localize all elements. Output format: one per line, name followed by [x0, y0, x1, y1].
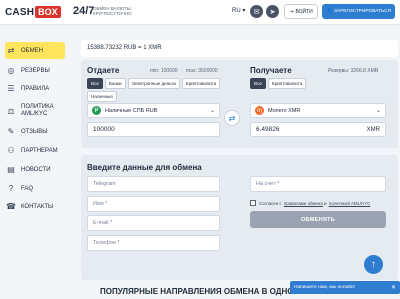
- get-currency-select[interactable]: ɱ Monero XMR ⌄: [250, 103, 386, 118]
- partners-icon: ⚇: [7, 146, 15, 155]
- get-tabs: Все Криптовалюта: [250, 78, 307, 89]
- give-min: min: 100000: [150, 68, 178, 74]
- news-icon: ▤: [7, 165, 15, 174]
- form-title: Введите данные для обмена: [87, 163, 202, 172]
- sidebar-item-label: ОТЗЫВЫ: [21, 128, 48, 135]
- mail-icon[interactable]: ✉: [250, 5, 263, 18]
- sidebar-item-label: ПАРТНЕРАМ: [21, 147, 58, 154]
- sidebar-item-label: ПРАВИЛА: [21, 85, 50, 92]
- agree-checkbox-row: Согласен с правилами обмена и политикой …: [250, 200, 370, 206]
- phone-field[interactable]: Телефон *: [87, 235, 220, 251]
- exchange-button[interactable]: ОБМЕНЯТЬ: [250, 211, 386, 228]
- give-currency-select[interactable]: ₽ Наличные СПБ RUB ⌄: [87, 103, 220, 118]
- reviews-icon: ✎: [7, 127, 15, 136]
- email-field[interactable]: E-mail *: [87, 215, 220, 231]
- get-amount-unit: XMR: [366, 126, 380, 133]
- give-tabs: Все Банки Электронные деньги Криптовалют…: [87, 78, 222, 102]
- sidebar-item-rules[interactable]: ☰ ПРАВИЛА: [5, 80, 65, 97]
- name-placeholder: Имя *: [93, 201, 108, 207]
- sidebar-item-label: НОВОСТИ: [21, 166, 51, 173]
- user-icon: 👤: [326, 9, 332, 14]
- phone-placeholder: Телефон *: [93, 240, 120, 246]
- sidebar-item-label: FAQ: [21, 185, 34, 192]
- sidebar-item-reviews[interactable]: ✎ ОТЗЫВЫ: [5, 123, 65, 140]
- rate-text: 15388.73232 RUB = 1 XMR: [87, 45, 162, 51]
- telegram-field[interactable]: Telegram: [87, 176, 220, 192]
- exchange-icon: ⇄: [7, 46, 15, 55]
- telegram-placeholder: Telegram: [93, 181, 116, 187]
- get-tab-crypto[interactable]: Криптовалюта: [267, 78, 307, 89]
- chevron-down-icon: ▾: [242, 8, 246, 14]
- get-tab-all[interactable]: Все: [250, 78, 266, 89]
- sidebar-item-label: ОБМЕН: [21, 47, 43, 54]
- chat-text: Напишите нам, мы онлайн!: [294, 285, 355, 290]
- get-reserve: Резервы: 3266.8 XMR: [328, 68, 379, 74]
- reserve-icon: ◎: [7, 66, 15, 75]
- language-label: RU: [232, 8, 241, 14]
- login-button[interactable]: ⇥ ВОЙТИ: [284, 4, 318, 19]
- get-amount-input[interactable]: 6.49826 XMR: [250, 122, 386, 137]
- policy-link[interactable]: политикой AML/KYC: [329, 201, 371, 206]
- sidebar-item-partners[interactable]: ⚇ ПАРТНЕРАМ: [5, 142, 65, 159]
- give-max: max: 3500000: [186, 68, 218, 74]
- agree-text: Согласен с: [259, 200, 282, 206]
- get-currency-label: Monero XMR: [268, 107, 301, 114]
- telegram-icon[interactable]: ➤: [266, 5, 279, 18]
- give-tab-crypto[interactable]: Криптовалюта: [181, 78, 221, 89]
- register-label: ЗАРЕГИСТРИРОВАТЬСЯ: [333, 9, 391, 14]
- logo[interactable]: CASH BOX: [5, 5, 61, 19]
- sidebar-item-label: РЕЗЕРВЫ: [21, 67, 50, 74]
- language-select[interactable]: RU ▾: [232, 7, 245, 14]
- sidebar-item-faq[interactable]: ? FAQ: [5, 180, 65, 197]
- sidebar-item-exchange[interactable]: ⇄ ОБМЕН: [5, 42, 65, 59]
- logo-box: BOX: [35, 6, 61, 18]
- give-tab-banks[interactable]: Банки: [104, 78, 126, 89]
- register-button[interactable]: 👤 ЗАРЕГИСТРИРОВАТЬСЯ: [322, 4, 395, 19]
- sidebar-item-news[interactable]: ▤ НОВОСТИ: [5, 161, 65, 178]
- account-field[interactable]: На счет *: [250, 176, 386, 192]
- scroll-top-icon[interactable]: ↑: [364, 255, 383, 274]
- email-placeholder: E-mail *: [93, 220, 113, 226]
- sidebar-item-policy[interactable]: ⚖ ПОЛИТИКА AML/KYC: [5, 100, 65, 122]
- agree-and: и: [324, 200, 327, 206]
- close-icon[interactable]: ✕: [391, 284, 396, 291]
- account-placeholder: На счет *: [256, 181, 280, 187]
- chevron-down-icon: ⌄: [375, 108, 381, 114]
- faq-icon: ?: [8, 184, 14, 193]
- sidebar-item-label: ПОЛИТИКА AML/KYC: [21, 104, 54, 117]
- login-label: ВОЙТИ: [295, 8, 313, 15]
- give-tab-emoney[interactable]: Электронные деньги: [127, 78, 180, 89]
- login-icon: ⇥: [289, 8, 294, 15]
- give-tab-cash[interactable]: Наличные: [87, 91, 117, 102]
- rules-link[interactable]: правилами обмена: [284, 201, 323, 206]
- give-currency-label: Наличные СПБ RUB: [105, 107, 158, 114]
- give-title: Отдаете: [87, 66, 120, 75]
- give-amount-value: 100000: [93, 126, 115, 133]
- swap-icon[interactable]: ⇄: [224, 110, 240, 126]
- give-tab-all[interactable]: Все: [87, 78, 103, 89]
- rules-icon: ☰: [7, 84, 15, 93]
- get-amount-value: 6.49826: [256, 126, 280, 133]
- get-title: Получаете: [250, 66, 292, 75]
- chat-widget[interactable]: Напишите нам, мы онлайн! ✕: [290, 281, 400, 294]
- chevron-down-icon: ⌄: [209, 108, 215, 114]
- exchange-rate: 15388.73232 RUB = 1 XMR: [81, 40, 398, 57]
- top-bar: CASH BOX 24/7 ОБМЕН ВАЛЮТЫ, КРУГЛОСУТОЧН…: [0, 0, 400, 25]
- sidebar-item-reserves[interactable]: ◎ РЕЗЕРВЫ: [5, 62, 65, 79]
- name-field[interactable]: Имя *: [87, 196, 220, 212]
- contacts-icon: ☎: [6, 202, 16, 211]
- cash-icon: ₽: [92, 106, 101, 115]
- agree-checkbox[interactable]: [250, 200, 256, 206]
- hours-subtitle: ОБМЕН ВАЛЮТЫ, КРУГЛОСУТОЧНО: [93, 6, 132, 16]
- logo-text: CASH: [5, 6, 35, 18]
- sidebar-item-label: КОНТАКТЫ: [21, 203, 54, 210]
- give-amount-input[interactable]: 100000: [87, 122, 220, 137]
- policy-icon: ⚖: [7, 106, 15, 116]
- monero-icon: ɱ: [255, 106, 264, 115]
- sidebar-item-contacts[interactable]: ☎ КОНТАКТЫ: [5, 198, 65, 215]
- hours-label: 24/7: [73, 5, 95, 17]
